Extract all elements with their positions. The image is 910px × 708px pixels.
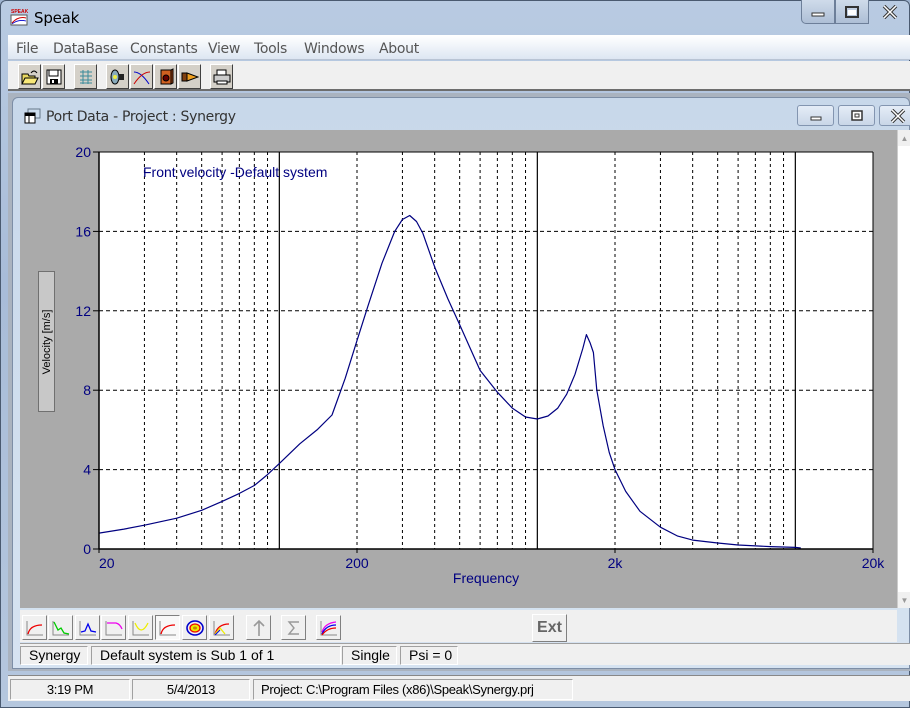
sum-button[interactable] — [281, 615, 306, 640]
window-status-bar: Synergy Default system is Sub 1 of 1 Sin… — [20, 643, 910, 665]
y-tick-label: 4 — [83, 462, 91, 478]
combined-icon — [213, 620, 230, 635]
status-project: Synergy — [20, 646, 88, 665]
multi-curve-button[interactable] — [316, 615, 341, 640]
polar-button[interactable] — [182, 615, 207, 640]
arrow-up-icon — [252, 619, 265, 636]
impedance-icon — [52, 620, 69, 635]
impedance-button[interactable] — [48, 615, 73, 640]
chart-tools-bar — [20, 610, 897, 642]
combined-button[interactable] — [209, 615, 234, 640]
y-tick-label: 8 — [83, 382, 91, 398]
x-axis-label: Frequency — [453, 570, 519, 586]
arrow-up-button[interactable] — [246, 615, 271, 640]
status-mode: Single — [342, 646, 397, 665]
polar-icon — [185, 619, 204, 636]
main-status-bar: 3:19 PM 5/4/2013 Project: C:\Program Fil… — [8, 675, 910, 701]
status-project-path: Project: C:\Program Files (x86)\Speak\Sy… — [253, 679, 573, 700]
x-tick-label: 200 — [345, 555, 369, 571]
excursion-button[interactable] — [75, 615, 100, 640]
y-tick-label: 0 — [83, 541, 91, 557]
status-date: 5/4/2013 — [132, 679, 250, 700]
y-ticks: 0 4 8 12 16 20 — [75, 144, 99, 557]
response-icon — [26, 620, 43, 635]
status-psi: Psi = 0 — [400, 646, 458, 665]
y-tick-label: 16 — [75, 223, 91, 239]
excursion-icon — [79, 620, 96, 635]
y-tick-label: 12 — [75, 303, 91, 319]
phase-icon — [105, 620, 123, 635]
phase-button[interactable] — [101, 615, 126, 640]
status-time: 3:19 PM — [10, 679, 130, 700]
chart-title: Front velocity -Default system — [143, 164, 327, 180]
x-tick-label: 2k — [608, 555, 624, 571]
velocity-chart: 0 4 8 12 16 20 20 200 2k 20k Front velocity -Def… — [75, 144, 886, 586]
velocity-button[interactable] — [155, 615, 180, 640]
delay-button[interactable] — [128, 615, 153, 640]
x-ticks: 20 200 2k 20k — [98, 549, 886, 571]
y-tick-label: 20 — [75, 144, 91, 160]
multi-curve-icon — [320, 620, 337, 635]
response-button[interactable] — [22, 615, 47, 640]
velocity-icon — [159, 620, 176, 635]
status-system: Default system is Sub 1 of 1 — [91, 646, 341, 665]
ext-button[interactable]: Ext — [532, 614, 567, 642]
sum-icon — [287, 620, 299, 635]
delay-icon — [132, 620, 149, 635]
x-tick-label: 20 — [99, 555, 115, 571]
x-tick-label: 20k — [862, 555, 886, 571]
plot-area — [99, 152, 873, 549]
